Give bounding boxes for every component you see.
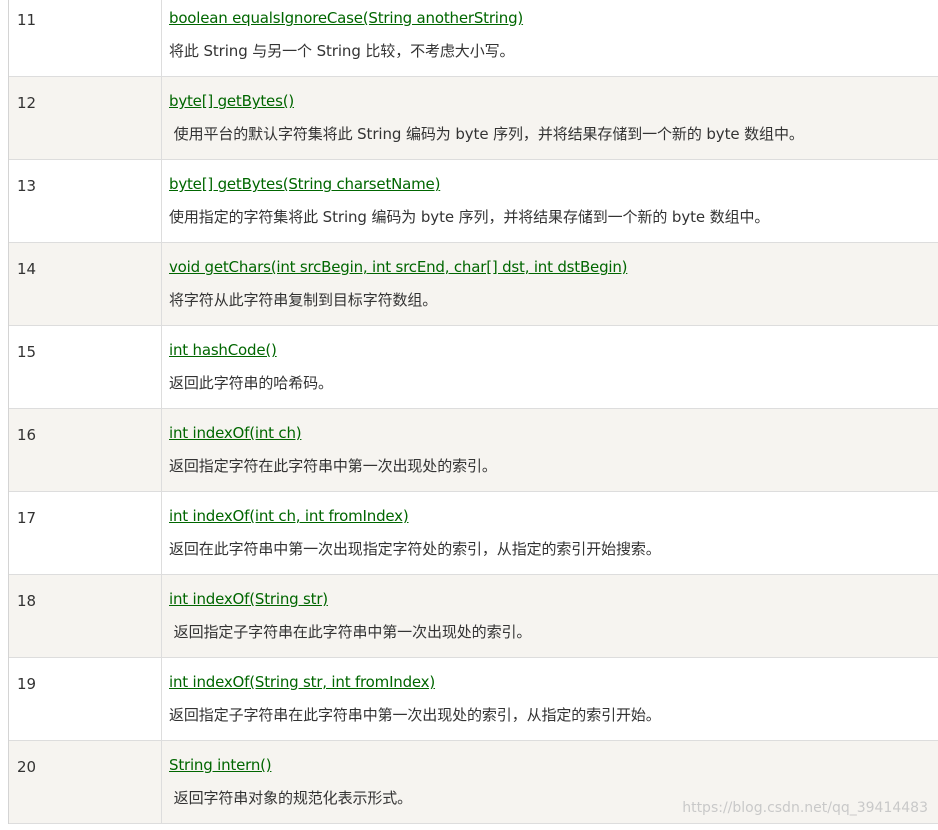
table-row: 14 void getChars(int srcBegin, int srcEn… [9, 243, 938, 326]
methods-table: 11 boolean equalsIgnoreCase(String anoth… [8, 0, 938, 824]
method-description: 返回指定子字符串在此字符串中第一次出现处的索引。 [169, 623, 532, 641]
table-row: 15 int hashCode() 返回此字符串的哈希码。 [9, 326, 938, 409]
method-description: 将字符从此字符串复制到目标字符数组。 [169, 291, 438, 309]
method-link[interactable]: int indexOf(int ch) [169, 424, 302, 442]
method-link[interactable]: String intern() [169, 756, 272, 774]
method-link[interactable]: int indexOf(String str) [169, 590, 328, 608]
row-content: int indexOf(int ch) 返回指定字符在此字符串中第一次出现处的索… [162, 409, 938, 491]
method-link[interactable]: byte[] getBytes(String charsetName) [169, 175, 440, 193]
method-description: 使用指定的字符集将此 String 编码为 byte 序列，并将结果存储到一个新… [169, 208, 770, 226]
row-number: 16 [9, 409, 162, 491]
row-content: int indexOf(int ch, int fromIndex) 返回在此字… [162, 492, 938, 574]
row-number: 20 [9, 741, 162, 823]
row-number: 11 [9, 0, 162, 76]
row-number: 17 [9, 492, 162, 574]
method-description: 使用平台的默认字符集将此 String 编码为 byte 序列，并将结果存储到一… [169, 125, 804, 143]
row-content: byte[] getBytes() 使用平台的默认字符集将此 String 编码… [162, 77, 938, 159]
method-description: 返回在此字符串中第一次出现指定字符处的索引，从指定的索引开始搜索。 [169, 540, 661, 558]
method-link[interactable]: boolean equalsIgnoreCase(String anotherS… [169, 9, 523, 27]
row-number: 19 [9, 658, 162, 740]
row-content: byte[] getBytes(String charsetName) 使用指定… [162, 160, 938, 242]
row-number: 13 [9, 160, 162, 242]
table-row: 16 int indexOf(int ch) 返回指定字符在此字符串中第一次出现… [9, 409, 938, 492]
method-link[interactable]: int indexOf(int ch, int fromIndex) [169, 507, 409, 525]
table-row: 11 boolean equalsIgnoreCase(String anoth… [9, 0, 938, 77]
method-description: 返回指定字符在此字符串中第一次出现处的索引。 [169, 457, 497, 475]
method-link[interactable]: void getChars(int srcBegin, int srcEnd, … [169, 258, 628, 276]
row-content: int indexOf(String str) 返回指定子字符串在此字符串中第一… [162, 575, 938, 657]
row-number: 15 [9, 326, 162, 408]
method-link[interactable]: byte[] getBytes() [169, 92, 294, 110]
row-content: int indexOf(String str, int fromIndex) 返… [162, 658, 938, 740]
row-content: boolean equalsIgnoreCase(String anotherS… [162, 0, 938, 76]
table-row: 13 byte[] getBytes(String charsetName) 使… [9, 160, 938, 243]
method-link[interactable]: int hashCode() [169, 341, 277, 359]
method-link[interactable]: int indexOf(String str, int fromIndex) [169, 673, 435, 691]
row-number: 14 [9, 243, 162, 325]
table-row: 19 int indexOf(String str, int fromIndex… [9, 658, 938, 741]
method-description: 返回此字符串的哈希码。 [169, 374, 333, 392]
row-content: int hashCode() 返回此字符串的哈希码。 [162, 326, 938, 408]
table-row: 12 byte[] getBytes() 使用平台的默认字符集将此 String… [9, 77, 938, 160]
row-number: 12 [9, 77, 162, 159]
row-content: void getChars(int srcBegin, int srcEnd, … [162, 243, 938, 325]
row-number: 18 [9, 575, 162, 657]
method-description: 返回指定子字符串在此字符串中第一次出现处的索引，从指定的索引开始。 [169, 706, 661, 724]
method-description: 将此 String 与另一个 String 比较，不考虑大小写。 [169, 42, 515, 60]
table-row: 18 int indexOf(String str) 返回指定子字符串在此字符串… [9, 575, 938, 658]
watermark: https://blog.csdn.net/qq_39414483 [682, 800, 928, 816]
table-row: 17 int indexOf(int ch, int fromIndex) 返回… [9, 492, 938, 575]
